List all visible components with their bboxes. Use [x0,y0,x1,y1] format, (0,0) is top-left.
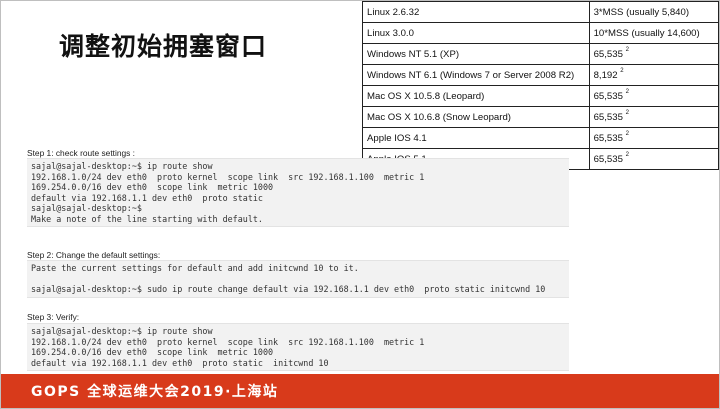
window-size-cell: 65,535 2 [588,148,719,170]
footnote-marker: 2 [625,151,629,158]
window-size-cell: 10*MSS (usually 14,600) [588,22,719,44]
os-name-cell: Apple IOS 4.1 [362,127,590,149]
footnote-marker: 2 [625,130,629,137]
footer-bar: GOPS 全球运维大会2019·上海站 [1,374,719,408]
window-size-value: 65,535 [593,132,623,144]
window-size-value: 65,535 [593,90,623,102]
code-line: default via 192.168.1.1 dev eth0 proto s… [31,192,263,203]
window-size-cell: 65,535 2 [588,106,719,128]
os-name-cell: Windows NT 5.1 (XP) [362,43,590,65]
code-line: 192.168.1.0/24 dev eth0 proto kernel sco… [31,336,425,347]
code-line: 169.254.0.0/16 dev eth0 scope link metri… [31,347,274,357]
step-2-code: Paste the current settings for default a… [27,260,569,298]
code-line: sajal@sajal-desktop:~$ [31,203,142,213]
window-size-value: 10*MSS (usually 14,600) [593,27,700,39]
code-line: Make a note of the line starting with de… [31,213,263,224]
table-row: Mac OS X 10.6.8 (Snow Leopard) 65,535 2 [362,106,719,128]
table-row: Windows NT 5.1 (XP) 65,535 2 [362,43,719,65]
os-name-cell: Linux 3.0.0 [362,22,590,44]
step-1-label: Step 1: check route settings : [27,148,136,158]
window-size-value: 65,535 [593,111,623,123]
os-name-cell: Mac OS X 10.5.8 (Leopard) [362,85,590,107]
step-1-code: sajal@sajal-desktop:~$ ip route show 192.… [27,158,569,227]
window-size-value: 8,192 [593,69,618,81]
code-line: 192.168.1.0/24 dev eth0 proto kernel sco… [31,171,425,182]
footnote-marker: 2 [625,88,629,95]
os-name-cell: Linux 2.6.32 [362,1,590,23]
window-size-value: 65,535 [593,153,623,165]
initcwnd-table: Linux 2.6.32 3*MSS (usually 5,840) Linux 3… [362,1,719,170]
step-2-label: Step 2: Change the default settings: [27,250,161,260]
table-row: Linux 2.6.32 3*MSS (usually 5,840) [362,1,719,23]
table-row: Linux 3.0.0 10*MSS (usually 14,600) [362,22,719,44]
footnote-marker: 2 [625,46,629,53]
window-size-value: 65,535 [593,48,623,60]
code-line: 169.254.0.0/16 dev eth0 scope link metri… [31,182,274,192]
step-3-code: sajal@sajal-desktop:~$ ip route show 192.… [27,323,569,371]
step-3-label: Step 3: Verify: [27,312,80,322]
footnote-marker: 2 [620,67,624,74]
table-row: Apple IOS 4.1 65,535 2 [362,127,719,149]
table-row: Windows NT 6.1 (Windows 7 or Server 2008… [362,64,719,86]
window-size-value: 3*MSS (usually 5,840) [593,6,690,18]
table-row: Mac OS X 10.5.8 (Leopard) 65,535 2 [362,85,719,107]
code-line: sajal@sajal-desktop:~$ ip route show [31,326,213,336]
window-size-cell: 8,192 2 [588,64,719,86]
footer-text: GOPS 全球运维大会2019·上海站 [31,384,279,400]
window-size-cell: 65,535 2 [588,85,719,107]
code-line: Paste the current settings for default a… [31,263,359,273]
window-size-cell: 65,535 2 [588,43,719,65]
window-size-cell: 65,535 2 [588,127,719,149]
os-name-cell: Mac OS X 10.6.8 (Snow Leopard) [362,106,590,128]
window-size-cell: 3*MSS (usually 5,840) [588,1,719,23]
os-name-cell: Windows NT 6.1 (Windows 7 or Server 2008… [362,64,590,86]
slide: 调整初始拥塞窗口 Linux 2.6.32 3*MSS (usually 5,84… [0,0,720,409]
code-line: default via 192.168.1.1 dev eth0 proto s… [31,357,329,368]
slide-title: 调整初始拥塞窗口 [59,32,268,61]
code-line: sajal@sajal-desktop:~$ ip route show [31,161,213,171]
code-line: sajal@sajal-desktop:~$ sudo ip route cha… [31,284,546,294]
footnote-marker: 2 [625,109,629,116]
